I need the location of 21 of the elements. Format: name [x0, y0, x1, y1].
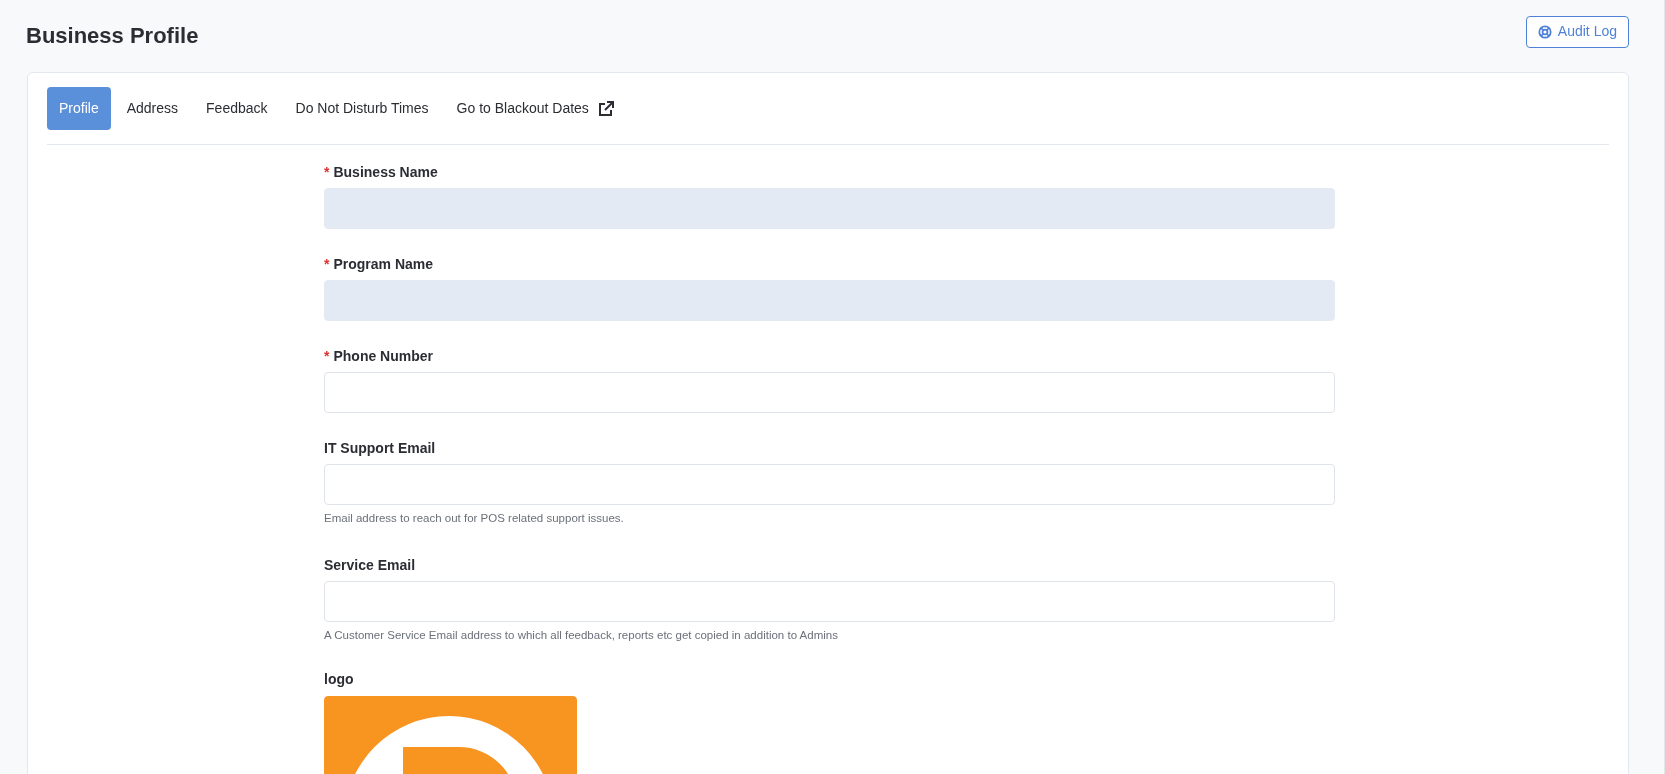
field-label: Program Name	[333, 254, 434, 274]
input-field[interactable]	[324, 372, 1335, 413]
field-label: Phone Number	[333, 346, 434, 366]
tab[interactable]: Feedback	[194, 87, 280, 130]
audit-log-button[interactable]: Audit Log	[1525, 15, 1629, 48]
page-title: Business Profile	[26, 22, 199, 50]
field-label: Business Name	[333, 162, 438, 182]
tab[interactable]: Go to Blackout Dates	[444, 87, 627, 130]
help-text: Email address to reach out for POS related support issues.	[324, 511, 625, 526]
input-field[interactable]	[324, 464, 1335, 505]
required-mark: *	[324, 162, 330, 182]
input-field[interactable]	[324, 581, 1335, 623]
required-mark: *	[324, 254, 330, 274]
tab[interactable]: Address	[114, 87, 191, 130]
field-label: Service Email	[324, 555, 416, 575]
lifebuoy-icon	[1537, 24, 1552, 39]
logo-label: logo	[324, 669, 355, 689]
tab[interactable]: Do Not Disturb Times	[283, 87, 441, 130]
help-text: A Customer Service Email address to which all feedback, reports etc get copied in addition to Admins	[324, 628, 839, 644]
required-mark: *	[324, 346, 330, 366]
field-label: IT Support Email	[324, 438, 436, 458]
